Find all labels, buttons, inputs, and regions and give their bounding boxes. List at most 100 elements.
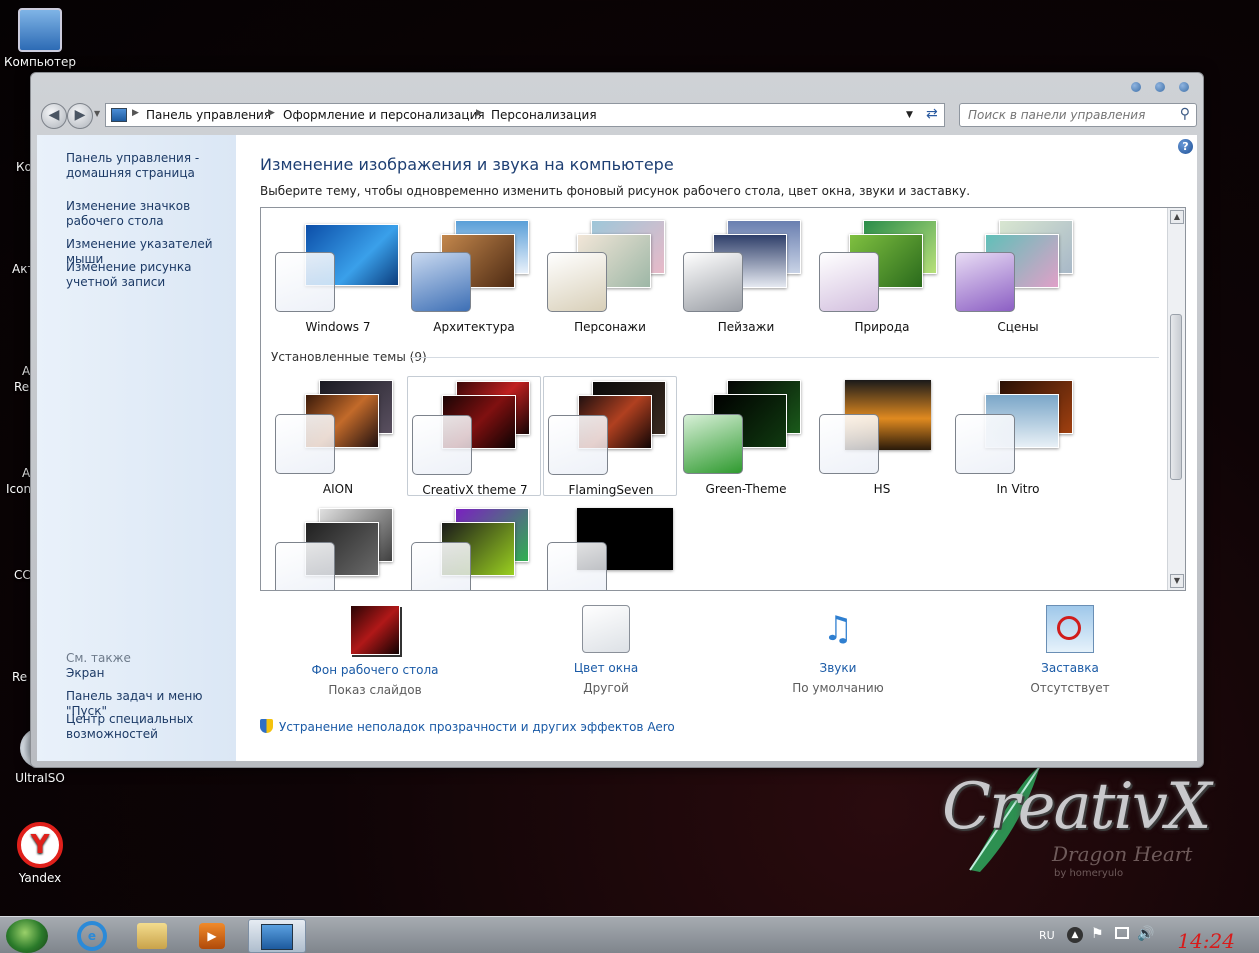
breadcrumb-personalization[interactable]: Персонализация: [491, 108, 597, 122]
window-color-swatch: [548, 415, 608, 475]
desktop-partial-label: A: [22, 466, 31, 480]
theme-aion[interactable]: AION: [271, 376, 405, 496]
theme-label: AION: [322, 482, 354, 496]
theme-scenes[interactable]: Сцены: [951, 214, 1085, 334]
link-control-panel-home[interactable]: Панель управления - домашняя страница: [66, 151, 234, 181]
window-color-swatch: [411, 542, 471, 590]
start-button[interactable]: [6, 919, 48, 953]
page-subtitle: Выберите тему, чтобы одновременно измени…: [260, 184, 971, 198]
theme-label: FlamingSeven: [568, 483, 654, 497]
theme-in-vitro[interactable]: In Vitro: [951, 376, 1085, 496]
minimize-button[interactable]: [1131, 82, 1141, 92]
theme-label: In Vitro: [996, 482, 1040, 496]
theme-label: Пейзажи: [717, 320, 775, 334]
window-color-icon: [582, 605, 630, 653]
window-color-swatch: [683, 414, 743, 474]
main-pane: ? Изменение изображения и звука на компь…: [237, 135, 1197, 761]
setting-title[interactable]: Фон рабочего стола: [260, 663, 490, 677]
scroll-thumb[interactable]: [1170, 314, 1182, 480]
volume-icon[interactable]: 🔊: [1137, 926, 1154, 942]
theme-label: Сцены: [997, 320, 1039, 334]
theme-nature[interactable]: Природа: [815, 214, 949, 334]
help-icon[interactable]: ?: [1178, 139, 1193, 154]
theme-architecture[interactable]: Архитектура: [407, 214, 541, 334]
theme-label: Природа: [854, 320, 910, 334]
language-indicator[interactable]: RU: [1039, 929, 1055, 942]
desktop-icon-computer[interactable]: Компьютер: [2, 8, 78, 69]
breadcrumb-control-panel[interactable]: Панель управления: [146, 108, 271, 122]
window-color-swatch: [955, 414, 1015, 474]
theme-unnamed-1[interactable]: [271, 504, 405, 590]
internet-explorer-icon: e: [77, 921, 107, 951]
shield-icon: [260, 719, 273, 733]
recent-pages-dropdown[interactable]: ▼: [94, 109, 100, 118]
sounds-setting[interactable]: ♫ Звуки По умолчанию: [723, 605, 953, 695]
search-icon[interactable]: ⚲: [1180, 106, 1190, 122]
search-input[interactable]: [966, 107, 1170, 123]
see-also-title: См. также: [66, 651, 131, 665]
theme-unnamed-3[interactable]: [543, 504, 677, 590]
logo-script: CreativX: [942, 770, 1211, 844]
link-desktop-icons[interactable]: Изменение значков рабочего стола: [66, 199, 234, 229]
show-hidden-icons[interactable]: ▲: [1067, 927, 1083, 943]
theme-hs[interactable]: HS: [815, 376, 949, 496]
yandex-icon: Y: [17, 822, 63, 868]
window-body: Панель управления - домашняя страница Из…: [37, 135, 1197, 761]
taskbar-explorer[interactable]: [126, 919, 178, 953]
setting-title[interactable]: Заставка: [955, 661, 1185, 675]
aero-troubleshoot-link[interactable]: Устранение неполадок прозрачности и друг…: [260, 719, 675, 734]
breadcrumb-appearance[interactable]: Оформление и персонализация: [283, 108, 485, 122]
desktop-partial-label: A: [22, 364, 31, 378]
taskbar-internet-explorer[interactable]: e: [66, 919, 118, 953]
refresh-icon[interactable]: ⇄: [926, 106, 938, 122]
search-box[interactable]: ⚲: [959, 103, 1197, 127]
theme-label: Green-Theme: [705, 482, 787, 496]
theme-green[interactable]: Green-Theme: [679, 376, 813, 496]
close-button[interactable]: [1179, 82, 1189, 92]
window-color-swatch: [547, 542, 607, 590]
clock[interactable]: 14:24: [1177, 929, 1235, 953]
link-account-picture[interactable]: Изменение рисунка учетной записи: [66, 260, 234, 290]
link-display[interactable]: Экран: [66, 666, 234, 681]
window-color-swatch: [819, 414, 879, 474]
network-icon[interactable]: [1115, 927, 1129, 939]
scroll-down-arrow[interactable]: ▼: [1170, 574, 1184, 588]
music-note-icon: ♫: [822, 609, 854, 649]
scroll-up-arrow[interactable]: ▲: [1170, 210, 1184, 224]
back-button[interactable]: ◀: [41, 103, 67, 129]
control-panel-icon: [261, 924, 293, 950]
flag-icon[interactable]: ⚑: [1091, 926, 1104, 942]
theme-label: HS: [873, 482, 891, 496]
theme-flamingseven[interactable]: FlamingSeven: [543, 376, 677, 497]
theme-scrollbar[interactable]: ▲ ▼: [1167, 208, 1185, 590]
folder-icon: [137, 923, 167, 949]
left-pane: Панель управления - домашняя страница Из…: [37, 135, 236, 761]
setting-title[interactable]: Цвет окна: [491, 661, 721, 675]
window-color-swatch: [547, 252, 607, 312]
theme-characters[interactable]: Персонажи: [543, 214, 677, 334]
theme-landscapes[interactable]: Пейзажи: [679, 214, 813, 334]
window-color-setting[interactable]: Цвет окна Другой: [491, 605, 721, 695]
maximize-button[interactable]: [1155, 82, 1165, 92]
desktop-background-icon: [350, 605, 400, 655]
theme-windows-7[interactable]: Windows 7: [271, 214, 405, 334]
desktop-icon-label: UltraISO: [15, 771, 65, 785]
setting-value: Другой: [583, 681, 629, 695]
desktop-icon-yandex[interactable]: Y Yandex: [2, 822, 78, 885]
setting-title[interactable]: Звуки: [723, 661, 953, 675]
desktop-partial-label: Re: [14, 380, 30, 394]
address-bar[interactable]: ▶ Панель управления ▶ Оформление и персо…: [105, 103, 945, 127]
taskbar-control-panel[interactable]: [248, 919, 306, 953]
desktop-icon-label: Компьютер: [4, 55, 76, 69]
chevron-down-icon[interactable]: ▼: [906, 110, 913, 120]
taskbar-media-player[interactable]: ▶: [186, 919, 238, 953]
screensaver-off-icon: [1046, 605, 1094, 653]
theme-creativx[interactable]: CreativX theme 7: [407, 376, 541, 497]
setting-value: Отсутствует: [1030, 681, 1110, 695]
screensaver-setting[interactable]: Заставка Отсутствует: [955, 605, 1185, 695]
desktop-background-setting[interactable]: Фон рабочего стола Показ слайдов: [260, 605, 490, 697]
theme-unnamed-2[interactable]: [407, 504, 541, 590]
theme-gallery: ▲ ▼ Windows 7 Архитектура Персонажи Пейз…: [260, 207, 1186, 591]
forward-button[interactable]: ▶: [67, 103, 93, 129]
link-ease-of-access[interactable]: Центр специальных возможностей: [66, 712, 234, 742]
